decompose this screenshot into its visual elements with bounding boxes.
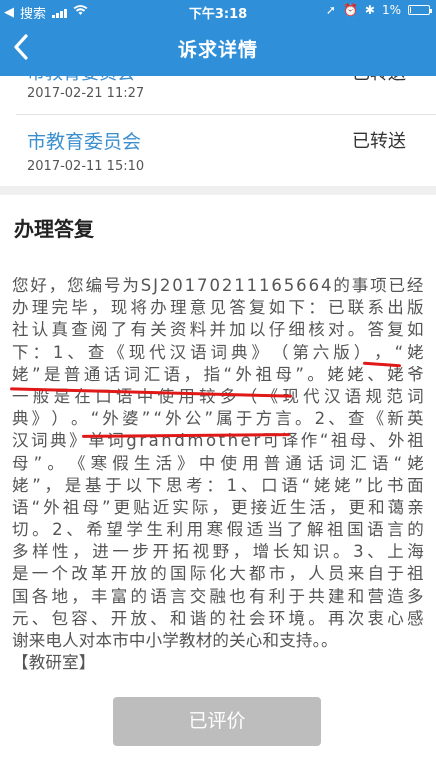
- rated-button[interactable]: 已评价: [113, 697, 321, 746]
- reply-line: 典》）。 “外婆” “外公” 属于方言。 2、查《新英: [12, 409, 424, 429]
- reply-line: 姥” 是普通话词汇语，指 “外祖母”。姥姥、姥爷: [12, 364, 424, 384]
- reply-line: 下： 1、查《现代汉语词典》（第六版）， “姥: [12, 342, 424, 362]
- reply-line: 国各地，丰富的语言交融也有利于共建和营造多: [12, 586, 424, 606]
- reply-line: 社认真查阅了有关资料并加以仔细核对。答复如: [12, 320, 424, 340]
- app-header: ◀ 搜索 下午3:18 ➚ ⏰ ✱ 1% 诉求详情: [0, 0, 436, 76]
- reply-line: 您好，您编号为 S J 2 0 1 7 0 2 1 1 1 6 5 6 6 4 的事项已经: [12, 276, 424, 295]
- reply-line: 是一个改革开放的国际化大都市，人员来自于祖: [12, 564, 424, 584]
- reply-line: 母”。《寒假生活》中使用普通话词汇语 “姥: [12, 453, 424, 473]
- battery-icon: [408, 5, 432, 15]
- record-item: 市教育委员会 已转送 2017-02-11 15:10: [0, 122, 436, 182]
- record-time: 2017-02-21 11:27: [27, 86, 145, 101]
- bluetooth-icon: ✱: [364, 3, 375, 17]
- battery-percent: 1%: [381, 3, 401, 17]
- reply-line: 【教研室】: [12, 653, 96, 673]
- status-right: ➚ ⏰ ✱ 1%: [325, 3, 432, 17]
- reply-line: 多样性，进一步开拓视野，增长知识。 3、上海: [12, 542, 424, 562]
- reply-line: 姥”，是基于以下思考： 1、口语 “姥姥” 比书面: [12, 475, 424, 495]
- record-time: 2017-02-11 15:10: [27, 159, 145, 174]
- nav-bar: 诉求详情: [0, 22, 436, 76]
- location-icon: ➚: [325, 3, 336, 17]
- record-department: 市教育委员会: [27, 131, 142, 153]
- status-bar: ◀ 搜索 下午3:18 ➚ ⏰ ✱ 1%: [0, 0, 436, 22]
- section-separator: [0, 186, 436, 195]
- reply-section-title: 办理答复: [14, 217, 94, 241]
- reply-body: 您好，您编号为 S J 2 0 1 7 0 2 1 1 1 6 5 6 6 4 的事项已经 办理完毕，现将办理意见…: [12, 275, 424, 674]
- record-status: 已转送: [352, 76, 406, 85]
- divider: [16, 114, 436, 115]
- alarm-icon: ⏰: [342, 3, 358, 17]
- record-item: 市教育委员会 已转送 2017-02-21 11:27: [0, 76, 436, 110]
- reply-line: 办理完毕，现将办理意见答复如下：已联系出版: [12, 298, 424, 318]
- reply-line: 语 “外祖母” 更贴近实际，更接近生活，更和蔼亲: [12, 497, 424, 517]
- reply-line: 元、包容、开放、和谐的社会环境。再次衷心感: [12, 608, 424, 628]
- reply-line: 谢来电人对本市中小学教材的关心和支持。。: [12, 631, 338, 650]
- record-status: 已转送: [352, 131, 406, 152]
- reply-line: 切。 2、希望学生利用寒假适当了解祖国语言的: [12, 520, 424, 540]
- record-department: 市教育委员会: [27, 76, 135, 85]
- page-title: 诉求详情: [177, 39, 258, 61]
